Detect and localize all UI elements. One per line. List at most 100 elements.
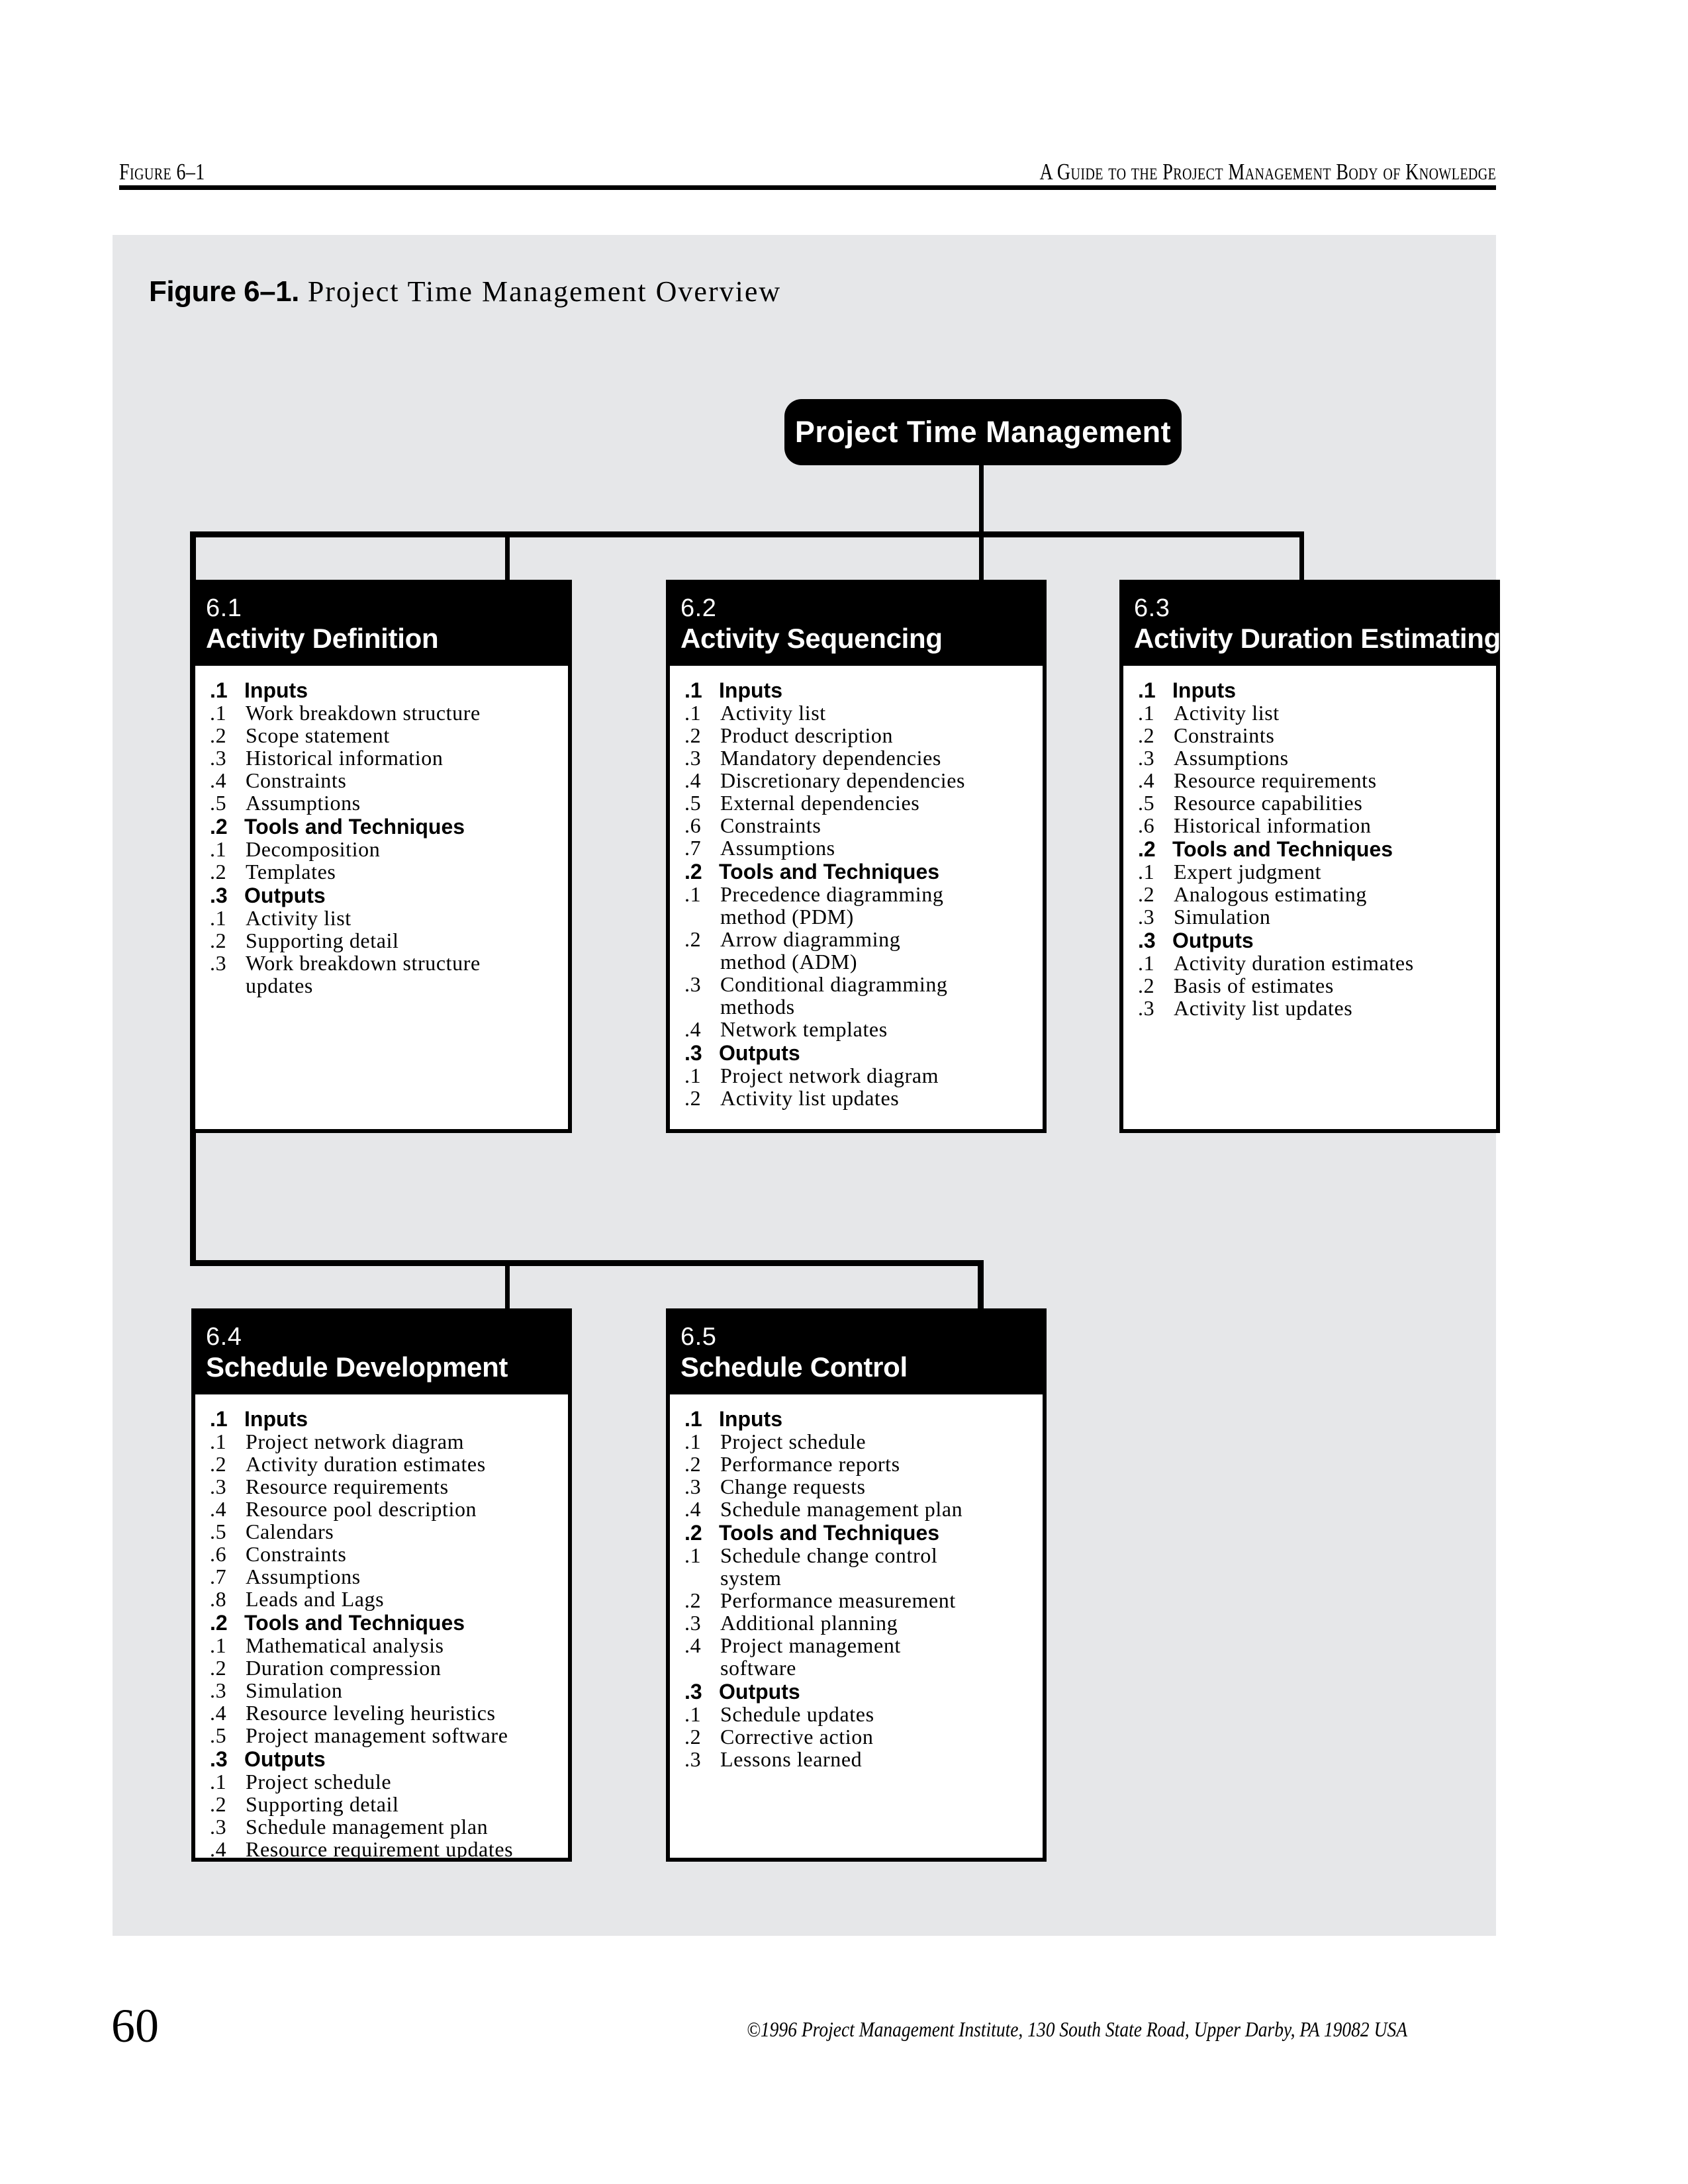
item-text: Supporting detail <box>246 1792 399 1816</box>
item-number: .5 <box>1138 791 1155 815</box>
section-item-list: .1 Precedence diagramming method (PDM) .2 Ar… <box>684 883 1033 1040</box>
item-text: Historical information <box>246 746 444 770</box>
section-item: .5 Project management software <box>210 1724 559 1747</box>
item-number: .4 <box>684 1017 702 1041</box>
section-number: .2 <box>1138 837 1156 861</box>
item-text: Activity list updates <box>720 1086 900 1110</box>
item-number: .2 <box>210 929 227 952</box>
section-heading: .2 Tools and Techniques <box>210 1612 559 1634</box>
connector-drop-6-3 <box>1299 531 1304 580</box>
section-label: Outputs <box>1172 929 1254 952</box>
section-item-list: .1 Expert judgment .2 Analogous estimating.… <box>1138 860 1487 928</box>
item-number: .2 <box>684 1086 702 1110</box>
item-text: Resource requirements <box>246 1475 449 1498</box>
footer-copyright: ©1996 Project Management Institute, 130 … <box>747 2017 1408 2041</box>
item-text: Performance reports <box>720 1452 900 1476</box>
section-item-list: .1 Activity list .2 Constraints .3 Assumption… <box>1138 702 1487 837</box>
item-text: Corrective action <box>720 1725 874 1749</box>
root-node: Project Time Management <box>784 399 1182 465</box>
item-text: methods <box>720 995 795 1019</box>
process-header-6-1: 6.1 Activity Definition <box>191 580 572 666</box>
item-number: .4 <box>210 768 227 792</box>
running-head-left: Figure 6–1 <box>119 159 205 185</box>
process-header-6-4: 6.4 Schedule Development <box>191 1308 572 1394</box>
section-heading: .2 Tools and Techniques <box>1138 838 1487 860</box>
section-label: Tools and Techniques <box>719 860 940 884</box>
section-item: .5 Resource capabilities <box>1138 792 1487 814</box>
section-item: .5 Calendars <box>210 1520 559 1543</box>
section-label: Inputs <box>1172 678 1236 702</box>
section-item: .1 Activity list <box>684 702 1033 724</box>
section-item: .1 Decomposition <box>210 838 559 860</box>
item-number: .4 <box>684 768 702 792</box>
section-item: .1 Mathematical analysis <box>210 1634 559 1657</box>
section-item: .4 Project management software <box>684 1634 1033 1679</box>
section-item: .4 Constraints <box>210 769 559 792</box>
section-item-list: .1 Schedule change control system .2 Perform… <box>684 1544 1033 1679</box>
item-text: Constraints <box>1174 723 1275 747</box>
section-item: .1 Project schedule <box>210 1770 559 1793</box>
section-item: .1 Precedence diagramming method (PDM) <box>684 883 1033 928</box>
item-number: .3 <box>684 1747 702 1771</box>
root-node-label: Project Time Management <box>794 415 1172 449</box>
item-text: Lessons learned <box>720 1747 863 1771</box>
item-number: .3 <box>684 972 702 996</box>
section-item-list: .1 Project schedule .2 Performance reports.… <box>684 1430 1033 1520</box>
item-number: .5 <box>210 1723 227 1747</box>
connector-drop-6-4 <box>505 1260 510 1308</box>
item-text: Additional planning <box>720 1611 898 1635</box>
item-text: Project schedule <box>720 1430 867 1453</box>
item-number: .1 <box>210 837 227 861</box>
section-item-list: .1 Activity list .2 Product description .3 Ma… <box>684 702 1033 859</box>
process-body-6-3: .1 Inputs .1 Activity list .2 Constraints .3 As… <box>1119 666 1500 1133</box>
process-box-6-5: 6.5 Schedule Control .1 Inputs .1 Project sch… <box>666 1308 1047 1862</box>
item-text: Resource requirement updates <box>246 1837 514 1861</box>
connector-drop-6-1 <box>505 531 510 580</box>
section-label: Inputs <box>719 1407 782 1431</box>
figure-caption: Figure 6–1. Project Time Management Over… <box>149 275 781 308</box>
connector-root-stem <box>979 465 984 531</box>
section-heading: .2 Tools and Techniques <box>684 1522 1033 1544</box>
section-heading: .3 Outputs <box>210 884 559 907</box>
item-text: Constraints <box>246 768 347 792</box>
item-text: updates <box>246 974 313 997</box>
section-label: Inputs <box>244 678 308 702</box>
item-text: External dependencies <box>720 791 920 815</box>
section-item: .5 External dependencies <box>684 792 1033 814</box>
item-number: .1 <box>1138 701 1155 725</box>
section-item-list: .1 Work breakdown structure .2 Scope statem… <box>210 702 559 814</box>
section-item-list: .1 Project schedule .2 Supporting detail .3 S… <box>210 1770 559 1860</box>
item-text: Discretionary dependencies <box>720 768 966 792</box>
item-text: Activity list <box>1174 701 1280 725</box>
section-number: .1 <box>1138 678 1156 702</box>
section-item: .2 Scope statement <box>210 724 559 747</box>
section-number: .2 <box>684 860 702 884</box>
item-text: Resource pool description <box>246 1497 477 1521</box>
section-heading: .2 Tools and Techniques <box>684 860 1033 883</box>
section-number: .3 <box>684 1680 702 1704</box>
item-text: Schedule management plan <box>720 1497 963 1521</box>
section-item-list: .1 Activity list .2 Supporting detail .3 Work… <box>210 907 559 997</box>
item-number: .1 <box>684 1064 702 1087</box>
section-number: .3 <box>684 1041 702 1065</box>
item-number: .1 <box>1138 860 1155 884</box>
item-number: .1 <box>210 701 227 725</box>
section-item: .2 Product description <box>684 724 1033 747</box>
item-text: Project schedule <box>246 1770 392 1794</box>
section-item: .2 Basis of estimates <box>1138 974 1487 997</box>
item-number: .5 <box>684 791 702 815</box>
item-text: Basis of estimates <box>1174 974 1334 997</box>
process-box-6-1: 6.1 Activity Definition .1 Inputs .1 Work bre… <box>191 580 572 1133</box>
item-number: .3 <box>210 1678 227 1702</box>
item-text: Activity list <box>246 906 352 930</box>
process-number-6-2: 6.2 <box>680 594 717 622</box>
item-text: Assumptions <box>246 1565 361 1588</box>
section-item: .3 Schedule management plan <box>210 1815 559 1838</box>
section-number: .3 <box>210 884 228 907</box>
item-number: .2 <box>210 1452 227 1476</box>
connector-bus-row2 <box>190 1260 982 1266</box>
section-heading: .1 Inputs <box>1138 679 1487 702</box>
item-number: .2 <box>210 860 227 884</box>
item-number: .7 <box>210 1565 227 1588</box>
section-heading: .2 Tools and Techniques <box>210 815 559 838</box>
